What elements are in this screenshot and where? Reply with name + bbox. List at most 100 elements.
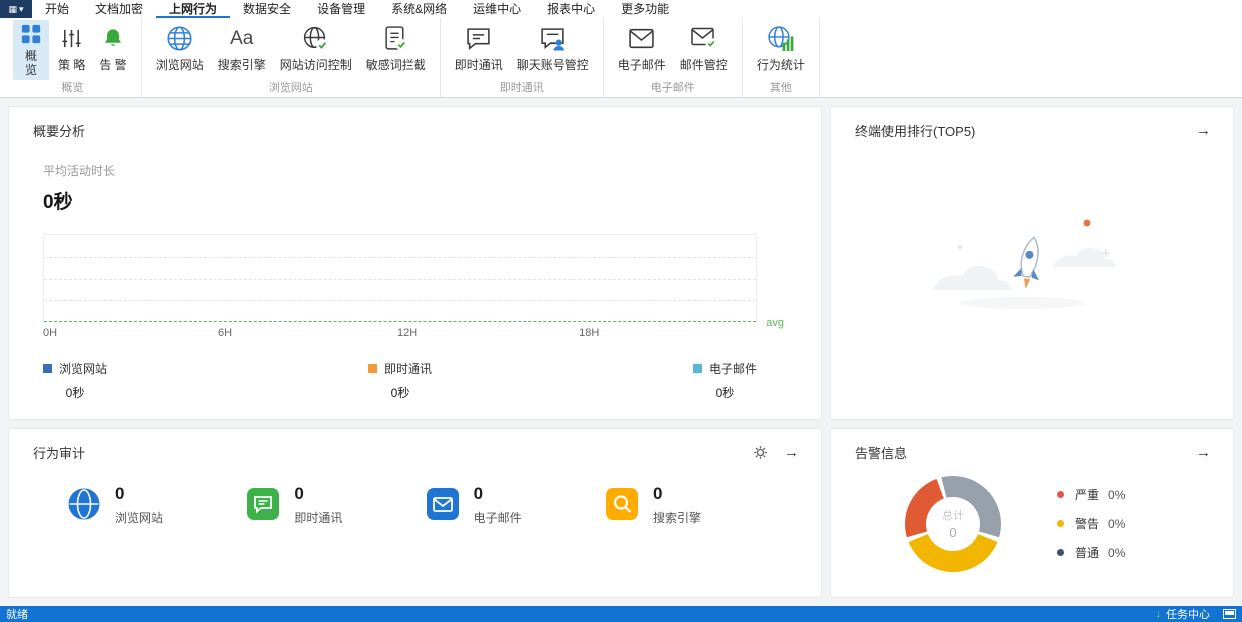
ribbon-button-label: 策 略 <box>58 58 86 72</box>
legend-swatch <box>367 364 377 373</box>
ribbon-button-label: 行为统计 <box>756 58 805 72</box>
email-control-icon <box>690 23 717 53</box>
legend-value: 0% <box>1108 516 1126 531</box>
summary-analysis-card: 概要分析 平均活动时长 0秒 avg 0H 6H 12H 18H 浏览网站 0秒… <box>8 106 822 420</box>
stat-instant-messaging: 0 即时通讯 <box>246 484 342 526</box>
alert-bell-icon <box>102 23 124 53</box>
x-tick: 18H <box>579 327 600 339</box>
ribbon-button-chat-account-control[interactable]: 聊天账号管控 <box>512 20 594 76</box>
instant-messaging-icon <box>465 23 492 53</box>
legend-item-email: 电子邮件 0秒 <box>692 360 757 401</box>
ribbon-button-alert[interactable]: 告 警 <box>94 20 131 76</box>
ribbon-button-sensitive-word-block[interactable]: 敏感词拦截 <box>361 20 431 76</box>
legend-item-browse-website: 浏览网站 0秒 <box>43 360 107 401</box>
avg-line <box>44 321 756 322</box>
card-title: 告警信息 <box>855 446 908 461</box>
ribbon-button-overview[interactable]: 概览 <box>13 20 49 80</box>
stat-search-engine: 0 搜索引擎 <box>605 484 701 526</box>
task-center-button[interactable]: ↓ 任务中心 <box>1156 606 1236 622</box>
ribbon-button-label: 告 警 <box>99 58 127 72</box>
behavior-stats-icon <box>767 23 794 53</box>
ribbon-button-search-engine[interactable]: Aa 搜索引擎 <box>213 20 271 76</box>
ribbon-group-label: 概览 <box>61 82 84 94</box>
sensitive-word-block-icon <box>383 23 408 53</box>
app-grid-icon: ▦ <box>8 3 17 14</box>
task-center-label: 任务中心 <box>1166 609 1210 621</box>
ribbon-group-overview: 概览 策 略 告 警 概览 <box>4 18 142 97</box>
legend-dot <box>1057 491 1064 498</box>
stat-label: 浏览网站 <box>115 511 164 525</box>
stat-value: 0 <box>115 484 125 503</box>
statusbar: 就绪 ↓ 任务中心 <box>0 606 1242 622</box>
goto-arrow-icon[interactable]: → <box>784 445 799 460</box>
menu-item-report-center[interactable]: 报表中心 <box>534 0 608 18</box>
avg-line-label: avg <box>766 317 784 329</box>
ribbon-button-website-access-control[interactable]: 网站访问控制 <box>275 20 357 76</box>
menu-item-data-security[interactable]: 数据安全 <box>230 0 304 18</box>
ribbon-button-label: 概览 <box>24 48 37 77</box>
settings-gear-icon[interactable] <box>753 445 768 460</box>
ribbon-group-label: 电子邮件 <box>650 82 695 94</box>
goto-arrow-icon[interactable]: → <box>1196 445 1211 460</box>
search-icon <box>605 487 639 524</box>
donut-center-label: 总计 <box>942 510 964 522</box>
menubar: ▦ ▾ 开始 文档加密 上网行为 数据安全 设备管理 系统&网络 运维中心 报表中… <box>0 0 1242 18</box>
ribbon-button-label: 网站访问控制 <box>279 58 352 72</box>
ribbon-button-email[interactable]: 电子邮件 <box>613 20 671 76</box>
website-access-control-icon <box>302 23 329 53</box>
ribbon-group-email: 电子邮件 邮件管控 电子邮件 <box>604 18 743 97</box>
chat-account-control-icon <box>539 23 566 53</box>
ribbon-button-label: 电子邮件 <box>617 58 666 72</box>
avg-activity-label: 平均活动时长 <box>43 164 116 178</box>
menu-item-start[interactable]: 开始 <box>32 0 82 18</box>
email-icon <box>628 23 655 53</box>
legend-dot <box>1057 520 1064 527</box>
ribbon-button-label: 敏感词拦截 <box>365 58 426 72</box>
app-menu-button[interactable]: ▦ ▾ <box>0 0 32 18</box>
legend-label: 即时通讯 <box>383 362 432 376</box>
stat-browse-website: 0 浏览网站 <box>67 484 163 526</box>
donut-center-value: 0 <box>949 525 957 540</box>
ribbon-toolbar: 概览 策 略 告 警 概览 浏览网站 Aa 搜索引擎 网站访问控制 敏感词拦截 … <box>0 18 1242 98</box>
ribbon-group-instant-messaging: 即时通讯 聊天账号管控 即时通讯 <box>441 18 604 97</box>
ribbon-button-label: 即时通讯 <box>454 58 503 72</box>
stat-label: 即时通讯 <box>294 511 343 525</box>
x-tick: 12H <box>397 327 418 339</box>
browse-website-globe-icon <box>166 23 193 53</box>
status-ready-text: 就绪 <box>6 609 28 621</box>
globe-icon <box>67 487 101 524</box>
ribbon-button-policy[interactable]: 策 略 <box>53 20 90 76</box>
ribbon-button-email-control[interactable]: 邮件管控 <box>675 20 733 76</box>
menu-item-system-network[interactable]: 系统&网络 <box>378 0 460 18</box>
legend-swatch <box>43 364 52 373</box>
x-tick: 0H <box>43 327 58 339</box>
stat-value: 0 <box>294 484 304 503</box>
x-tick: 6H <box>218 327 233 339</box>
legend-swatch <box>692 364 702 373</box>
menu-item-more-functions[interactable]: 更多功能 <box>608 0 682 18</box>
menu-item-ops-center[interactable]: 运维中心 <box>460 0 534 18</box>
menu-item-device-management[interactable]: 设备管理 <box>304 0 378 18</box>
menu-item-doc-encryption[interactable]: 文档加密 <box>82 0 156 18</box>
behavior-audit-card: 行为审计 → 0 浏览网站 0 即时通讯 0 电子邮件 0 搜索引擎 <box>8 428 822 598</box>
legend-label: 浏览网站 <box>59 362 108 376</box>
chart-legend: 浏览网站 0秒 即时通讯 0秒 电子邮件 0秒 <box>43 360 757 401</box>
chat-icon <box>246 487 280 524</box>
ribbon-button-behavior-stats[interactable]: 行为统计 <box>752 20 810 76</box>
alert-legend: 严重 0% 警告 0% 普通 0% <box>1057 474 1125 573</box>
ribbon-button-instant-messaging[interactable]: 即时通讯 <box>450 20 508 76</box>
ribbon-button-browse-website[interactable]: 浏览网站 <box>151 20 209 76</box>
avg-activity-value: 0秒 <box>43 192 73 213</box>
main-menu: 开始 文档加密 上网行为 数据安全 设备管理 系统&网络 运维中心 报表中心 更… <box>32 0 682 18</box>
legend-value: 0秒 <box>65 386 85 400</box>
goto-arrow-icon[interactable]: → <box>1196 123 1211 138</box>
legend-value: 0% <box>1108 545 1126 560</box>
stat-value: 0 <box>652 484 663 503</box>
dashboard-content: 概要分析 平均活动时长 0秒 avg 0H 6H 12H 18H 浏览网站 0秒… <box>0 98 1242 606</box>
ribbon-button-label: 浏览网站 <box>155 58 204 72</box>
menu-item-internet-behavior[interactable]: 上网行为 <box>156 0 231 18</box>
card-title: 行为审计 <box>33 446 86 461</box>
legend-value: 0% <box>1108 487 1126 502</box>
tray-window-icon[interactable] <box>1223 609 1236 619</box>
legend-label: 普通 <box>1075 546 1100 560</box>
